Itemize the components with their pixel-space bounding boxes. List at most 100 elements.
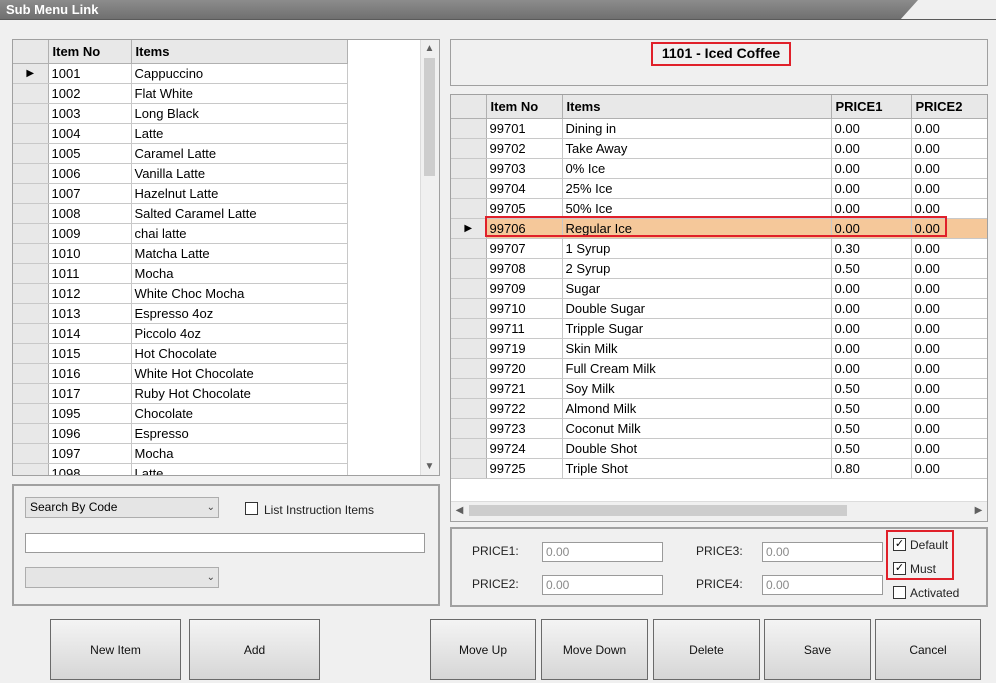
table-cell[interactable]: Cappuccino	[131, 63, 348, 84]
table-cell[interactable]: 1003	[48, 103, 132, 124]
table-cell[interactable]: 1017	[48, 383, 132, 404]
table-cell[interactable]: 0% Ice	[562, 158, 832, 179]
table-row[interactable]: 99703 0% Ice 0.00 0.00	[451, 158, 987, 179]
column-header-items[interactable]: Items	[562, 95, 832, 119]
table-cell[interactable]: 99701	[486, 118, 563, 139]
table-cell[interactable]: 1002	[48, 83, 132, 104]
table-cell[interactable]: 1013	[48, 303, 132, 324]
table-cell[interactable]: 0.00	[911, 358, 987, 379]
table-cell[interactable]: 0.00	[911, 398, 987, 419]
row-header[interactable]	[451, 438, 487, 459]
table-cell[interactable]: 0.00	[911, 258, 987, 279]
row-header[interactable]	[451, 238, 487, 259]
row-header[interactable]	[13, 323, 49, 344]
table-row[interactable]: 1096 Espresso	[13, 423, 348, 444]
default-checkbox[interactable]: ✓	[893, 538, 906, 551]
table-cell[interactable]: 99706	[486, 218, 563, 239]
table-cell[interactable]: 99704	[486, 178, 563, 199]
table-cell[interactable]: 0.50	[831, 438, 912, 459]
row-header[interactable]	[13, 243, 49, 264]
row-header[interactable]	[451, 378, 487, 399]
table-row[interactable]: ▶ 1001 Cappuccino	[13, 63, 348, 84]
table-cell[interactable]: Caramel Latte	[131, 143, 348, 164]
table-row[interactable]: 1015 Hot Chocolate	[13, 343, 348, 364]
table-cell[interactable]: 1006	[48, 163, 132, 184]
table-cell[interactable]: 0.80	[831, 458, 912, 479]
table-cell[interactable]: 0.00	[911, 218, 987, 239]
table-row[interactable]: 99719 Skin Milk 0.00 0.00	[451, 338, 987, 359]
table-cell[interactable]: 99708	[486, 258, 563, 279]
item-grid-vertical-scrollbar[interactable]: ▲ ▼	[420, 40, 439, 475]
table-cell[interactable]: 0.00	[911, 158, 987, 179]
table-cell[interactable]: 1016	[48, 363, 132, 384]
row-header[interactable]	[451, 178, 487, 199]
table-cell[interactable]: 2 Syrup	[562, 258, 832, 279]
table-cell[interactable]: Matcha Latte	[131, 243, 348, 264]
table-cell[interactable]: 99721	[486, 378, 563, 399]
table-cell[interactable]: Dining in	[562, 118, 832, 139]
table-cell[interactable]: 0.50	[831, 418, 912, 439]
table-row[interactable]: 1012 White Choc Mocha	[13, 283, 348, 304]
table-row[interactable]: 1009 chai latte	[13, 223, 348, 244]
table-cell[interactable]: Espresso 4oz	[131, 303, 348, 324]
table-cell[interactable]: Ruby Hot Chocolate	[131, 383, 348, 404]
table-cell[interactable]: 99720	[486, 358, 563, 379]
row-header[interactable]	[13, 283, 49, 304]
row-header[interactable]	[13, 223, 49, 244]
table-cell[interactable]: Soy Milk	[562, 378, 832, 399]
table-cell[interactable]: 0.50	[831, 378, 912, 399]
row-header[interactable]	[451, 138, 487, 159]
table-cell[interactable]: 1 Syrup	[562, 238, 832, 259]
delete-button[interactable]: Delete	[653, 619, 760, 680]
table-cell[interactable]: Regular Ice	[562, 218, 832, 239]
table-cell[interactable]: Triple Shot	[562, 458, 832, 479]
table-cell[interactable]: 99705	[486, 198, 563, 219]
table-cell[interactable]: Tripple Sugar	[562, 318, 832, 339]
table-row[interactable]: 99702 Take Away 0.00 0.00	[451, 138, 987, 159]
scroll-left-arrow-icon[interactable]: ◀	[451, 502, 468, 519]
scroll-up-arrow-icon[interactable]: ▲	[421, 40, 438, 57]
table-row[interactable]: 1013 Espresso 4oz	[13, 303, 348, 324]
row-header[interactable]	[451, 278, 487, 299]
table-cell[interactable]: 1001	[48, 63, 132, 84]
table-cell[interactable]: Hot Chocolate	[131, 343, 348, 364]
table-row[interactable]: ▶ 99706 Regular Ice 0.00 0.00	[451, 218, 987, 239]
row-header[interactable]	[451, 258, 487, 279]
table-row[interactable]: 99723 Coconut Milk 0.50 0.00	[451, 418, 987, 439]
sub-item-grid-horizontal-scrollbar[interactable]: ◀ ▶	[451, 501, 987, 521]
column-header-item-no[interactable]: Item No	[48, 40, 132, 64]
table-row[interactable]: 1014 Piccolo 4oz	[13, 323, 348, 344]
table-cell[interactable]: 0.50	[831, 398, 912, 419]
column-header-items[interactable]: Items	[131, 40, 348, 64]
table-cell[interactable]: Almond Milk	[562, 398, 832, 419]
column-header-price2[interactable]: PRICE2	[911, 95, 987, 119]
row-header[interactable]	[13, 83, 49, 104]
table-row[interactable]: 99722 Almond Milk 0.50 0.00	[451, 398, 987, 419]
table-row[interactable]: 1004 Latte	[13, 123, 348, 144]
table-cell[interactable]: 1010	[48, 243, 132, 264]
table-cell[interactable]: 99725	[486, 458, 563, 479]
table-cell[interactable]: 99710	[486, 298, 563, 319]
scroll-right-arrow-icon[interactable]: ▶	[970, 502, 987, 519]
table-cell[interactable]: Double Sugar	[562, 298, 832, 319]
price3-input[interactable]: 0.00	[762, 542, 883, 562]
search-input[interactable]	[25, 533, 425, 553]
table-row[interactable]: 1002 Flat White	[13, 83, 348, 104]
list-instruction-checkbox[interactable]	[245, 502, 258, 515]
table-cell[interactable]: 1005	[48, 143, 132, 164]
table-cell[interactable]: 0.00	[831, 198, 912, 219]
table-cell[interactable]: Vanilla Latte	[131, 163, 348, 184]
move-down-button[interactable]: Move Down	[541, 619, 648, 680]
table-row[interactable]: 1095 Chocolate	[13, 403, 348, 424]
row-header[interactable]	[13, 143, 49, 164]
table-cell[interactable]: 0.50	[831, 258, 912, 279]
current-row-arrow-icon[interactable]: ▶	[13, 63, 49, 84]
table-cell[interactable]: Long Black	[131, 103, 348, 124]
price2-input[interactable]: 0.00	[542, 575, 663, 595]
table-row[interactable]: 1003 Long Black	[13, 103, 348, 124]
table-cell[interactable]: White Hot Chocolate	[131, 363, 348, 384]
table-cell[interactable]: 1097	[48, 443, 132, 464]
table-cell[interactable]: 0.00	[911, 418, 987, 439]
table-row[interactable]: 1006 Vanilla Latte	[13, 163, 348, 184]
table-row[interactable]: 99724 Double Shot 0.50 0.00	[451, 438, 987, 459]
